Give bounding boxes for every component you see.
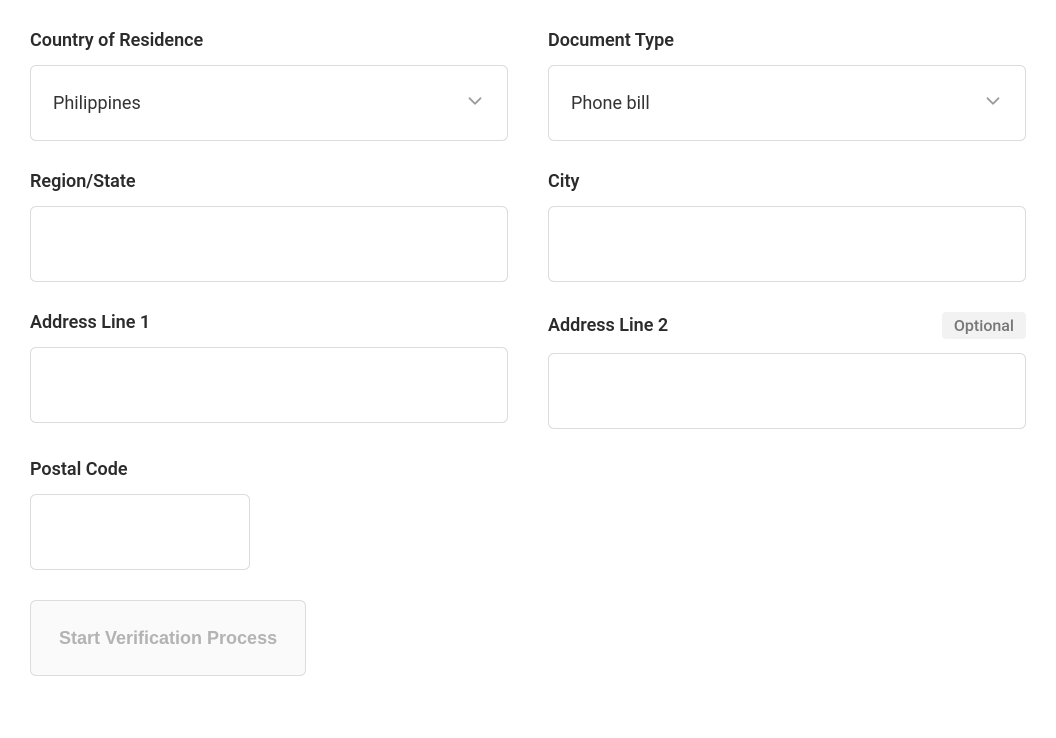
document-type-group: Document Type Phone bill xyxy=(548,30,1026,141)
city-label: City xyxy=(548,171,579,192)
optional-badge: Optional xyxy=(942,312,1026,339)
postal-code-input[interactable] xyxy=(30,494,250,570)
postal-code-group: Postal Code xyxy=(30,459,250,570)
address2-group: Address Line 2 Optional xyxy=(548,312,1026,429)
address1-label: Address Line 1 xyxy=(30,312,150,333)
country-value: Philippines xyxy=(53,93,141,114)
form-row: Postal Code xyxy=(30,459,1026,570)
spacer xyxy=(290,459,1026,570)
country-label: Country of Residence xyxy=(30,30,203,51)
document-type-select-wrapper: Phone bill xyxy=(548,65,1026,141)
region-input[interactable] xyxy=(30,206,508,282)
country-group: Country of Residence Philippines xyxy=(30,30,508,141)
country-select[interactable]: Philippines xyxy=(30,65,508,141)
document-type-value: Phone bill xyxy=(571,93,650,114)
address1-input[interactable] xyxy=(30,347,508,423)
region-label: Region/State xyxy=(30,171,136,192)
document-type-label: Document Type xyxy=(548,30,674,51)
address1-group: Address Line 1 xyxy=(30,312,508,429)
document-type-select[interactable]: Phone bill xyxy=(548,65,1026,141)
address2-label: Address Line 2 xyxy=(548,315,668,336)
address2-input[interactable] xyxy=(548,353,1026,429)
postal-code-label: Postal Code xyxy=(30,459,128,480)
form-row: Address Line 1 Address Line 2 Optional xyxy=(30,312,1026,429)
region-group: Region/State xyxy=(30,171,508,282)
submit-row: Start Verification Process xyxy=(30,600,1026,676)
city-group: City xyxy=(548,171,1026,282)
start-verification-button[interactable]: Start Verification Process xyxy=(30,600,306,676)
verification-form: Country of Residence Philippines Documen… xyxy=(30,30,1026,676)
form-row: Region/State City xyxy=(30,171,1026,282)
country-select-wrapper: Philippines xyxy=(30,65,508,141)
form-row: Country of Residence Philippines Documen… xyxy=(30,30,1026,141)
city-input[interactable] xyxy=(548,206,1026,282)
